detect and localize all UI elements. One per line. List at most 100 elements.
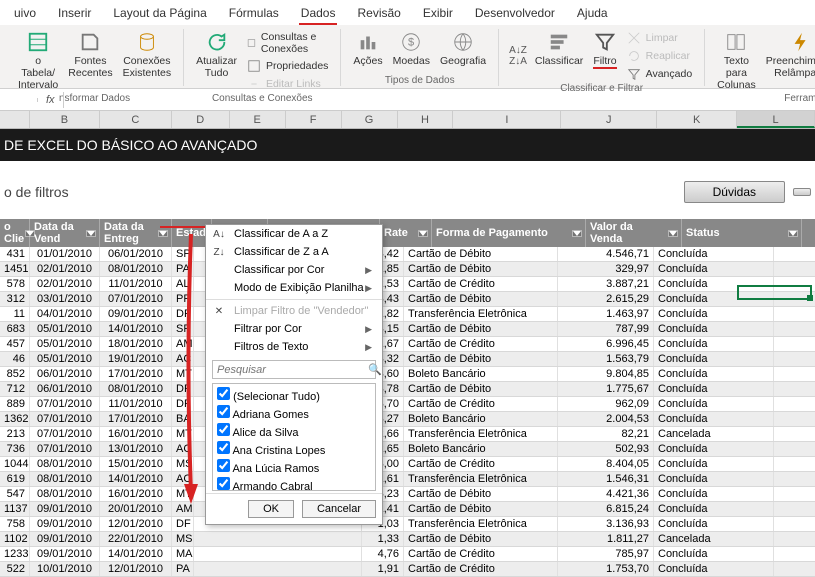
check-item[interactable]: Ana Lúcia Ramos [215, 458, 373, 476]
filter-button[interactable]: Filtro [589, 29, 620, 83]
flash-fill-button[interactable]: Preenchimento Relâmpago [762, 29, 815, 93]
table-row[interactable]: 1104/01/201009/01/2010DF1,82Transferênci… [0, 307, 815, 322]
table-row[interactable]: 123309/01/201014/01/2010MA4,76Cartão de … [0, 547, 815, 562]
svg-text:$: $ [408, 37, 414, 49]
sort-za-item[interactable]: Z↓Classificar de Z a A [206, 243, 382, 261]
table-row[interactable]: 4605/01/201019/01/2010AC4,32Cartão de Dé… [0, 352, 815, 367]
table-row[interactable]: 88907/01/201011/01/2010DF3,70Cartão de C… [0, 397, 815, 412]
tab-dados[interactable]: Dados [299, 3, 338, 25]
table-row[interactable]: 52210/01/201012/01/2010PA1,91Cartão de C… [0, 562, 815, 577]
filter-checklist[interactable]: (Selecionar Tudo) Adriana Gomes Alice da… [212, 383, 376, 491]
sheet-view-item[interactable]: Modo de Exibição Planilha▶ [206, 279, 382, 297]
col-h-selected[interactable]: L [737, 111, 815, 128]
sort-by-color-item[interactable]: Classificar por Cor▶ [206, 261, 382, 279]
sort-za-icon[interactable]: Z↓A [509, 56, 527, 67]
col-h[interactable]: H [398, 111, 454, 128]
advanced-button[interactable]: Avançado [623, 65, 697, 83]
filter-by-color-item[interactable]: Filtrar por Cor▶ [206, 320, 382, 338]
check-item[interactable]: Ana Cristina Lopes [215, 440, 373, 458]
name-box[interactable] [0, 98, 38, 102]
col-h[interactable]: B [30, 111, 100, 128]
check-item[interactable]: Armando Cabral [215, 476, 373, 491]
sort-az-icon[interactable]: A↓Z [509, 45, 527, 56]
table-row[interactable]: 145102/01/201008/01/2010PA2,85Cartão de … [0, 262, 815, 277]
table-row[interactable]: 61908/01/201014/01/2010AC1,61Transferênc… [0, 472, 815, 487]
table-row[interactable]: 31203/01/201007/01/2010PR3,43Cartão de D… [0, 292, 815, 307]
formula-input[interactable] [64, 98, 815, 102]
from-table-button[interactable]: o Tabela/ Intervalo [14, 29, 62, 93]
ribbon: o Tabela/ Intervalo Fontes Recentes Cone… [0, 25, 815, 89]
geography-button[interactable]: Geografia [436, 29, 490, 69]
tab[interactable]: Inserir [56, 3, 93, 25]
col-h[interactable] [0, 111, 30, 128]
filter-search-input[interactable] [213, 361, 364, 378]
table-row[interactable]: 21307/01/201016/01/2010MT2,66Transferênc… [0, 427, 815, 442]
filter-search[interactable]: 🔍 [212, 360, 376, 379]
th[interactable]: Data da Entreg [100, 219, 172, 247]
table-row[interactable]: 110209/01/201022/01/2010MS1,33Cartão de … [0, 532, 815, 547]
check-item[interactable]: Alice da Silva [215, 422, 373, 440]
check-item[interactable]: Adriana Gomes [215, 404, 373, 422]
col-h[interactable]: G [342, 111, 398, 128]
col-h[interactable]: J [561, 111, 657, 128]
tab[interactable]: Exibir [421, 3, 455, 25]
sort-az-item[interactable]: A↓Classificar de A a Z [206, 225, 382, 243]
table-row[interactable]: 85206/01/201017/01/2010MT3,60Boleto Banc… [0, 367, 815, 382]
th[interactable]: Valor da Venda [586, 219, 682, 247]
sort-button[interactable]: Classificar [531, 29, 587, 83]
queries-button[interactable]: Consultas e Conexões [243, 29, 332, 57]
filter-drop-icon[interactable] [789, 231, 797, 236]
cancel-button[interactable]: Cancelar [302, 500, 376, 518]
table-row[interactable]: 75809/01/201012/01/2010DF1,03Transferênc… [0, 517, 815, 532]
tab[interactable]: uivo [12, 3, 38, 25]
filter-drop-icon[interactable] [159, 231, 167, 236]
stocks-button[interactable]: Ações [349, 29, 386, 69]
table-row[interactable]: 136207/01/201017/01/2010BA3,27Boleto Ban… [0, 412, 815, 427]
recent-sources-button[interactable]: Fontes Recentes [64, 29, 116, 93]
col-h[interactable]: I [453, 111, 561, 128]
th[interactable]: Status [682, 219, 802, 247]
text-filters-item[interactable]: Filtros de Texto▶ [206, 338, 382, 356]
table-row[interactable]: 57802/01/201011/01/2010AL2,53Cartão de C… [0, 277, 815, 292]
duvidas-button[interactable]: Dúvidas [684, 181, 785, 203]
tab[interactable]: Desenvolvedor [473, 3, 557, 25]
th[interactable]: Data da Vend [30, 219, 100, 247]
col-h[interactable]: E [230, 111, 286, 128]
col-h[interactable]: C [100, 111, 172, 128]
tab[interactable]: Layout da Página [111, 3, 208, 25]
table-row[interactable]: 43101/01/201006/01/2010SP4,42Cartão de D… [0, 247, 815, 262]
existing-connections-button[interactable]: Conexões Existentes [119, 29, 175, 93]
th[interactable]: o Clie [0, 219, 30, 247]
filter-drop-icon[interactable] [87, 231, 95, 236]
properties-button[interactable]: Propriedades [243, 57, 332, 75]
table-row[interactable]: 54708/01/201016/01/2010MT3,23Cartão de D… [0, 487, 815, 502]
filter-drop-icon[interactable] [419, 231, 427, 236]
refresh-all-button[interactable]: Atualizar Tudo [192, 29, 241, 93]
col-h[interactable]: K [657, 111, 737, 128]
ok-button[interactable]: OK [248, 500, 294, 518]
table-row[interactable]: 68305/01/201014/01/2010SP4,15Cartão de D… [0, 322, 815, 337]
tab[interactable]: Ajuda [575, 3, 610, 25]
group-label: Classificar e Filtrar [560, 83, 643, 94]
fx-icon[interactable]: fx [38, 92, 64, 108]
table-row[interactable]: 104408/01/201015/01/2010MS3,00Cartão de … [0, 457, 815, 472]
selected-cell[interactable] [737, 285, 812, 300]
filter-drop-icon[interactable] [669, 231, 677, 236]
check-item[interactable]: (Selecionar Tudo) [215, 386, 373, 404]
filter-drop-icon[interactable] [573, 231, 581, 236]
col-h[interactable]: D [172, 111, 230, 128]
table-row[interactable]: 113709/01/201020/01/2010AM1,41Cartão de … [0, 502, 815, 517]
table-row[interactable]: 45705/01/201018/01/2010AM1,67Cartão de C… [0, 337, 815, 352]
table-row[interactable]: 73607/01/201013/01/2010AC2,65Boleto Banc… [0, 442, 815, 457]
table-row[interactable]: 71206/01/201008/01/2010DF3,78Cartão de D… [0, 382, 815, 397]
tab[interactable]: Fórmulas [227, 3, 281, 25]
fill-handle[interactable] [807, 295, 813, 301]
currencies-button[interactable]: $Moedas [389, 29, 434, 69]
tab[interactable]: Revisão [355, 3, 402, 25]
col-h[interactable]: F [286, 111, 342, 128]
th[interactable]: Rate [380, 219, 432, 247]
text-to-columns-button[interactable]: Texto para Colunas [713, 29, 760, 93]
extra-button[interactable] [793, 188, 811, 196]
column-headers[interactable]: B C D E F G H I J K L [0, 111, 815, 129]
th[interactable]: Forma de Pagamento [432, 219, 586, 247]
